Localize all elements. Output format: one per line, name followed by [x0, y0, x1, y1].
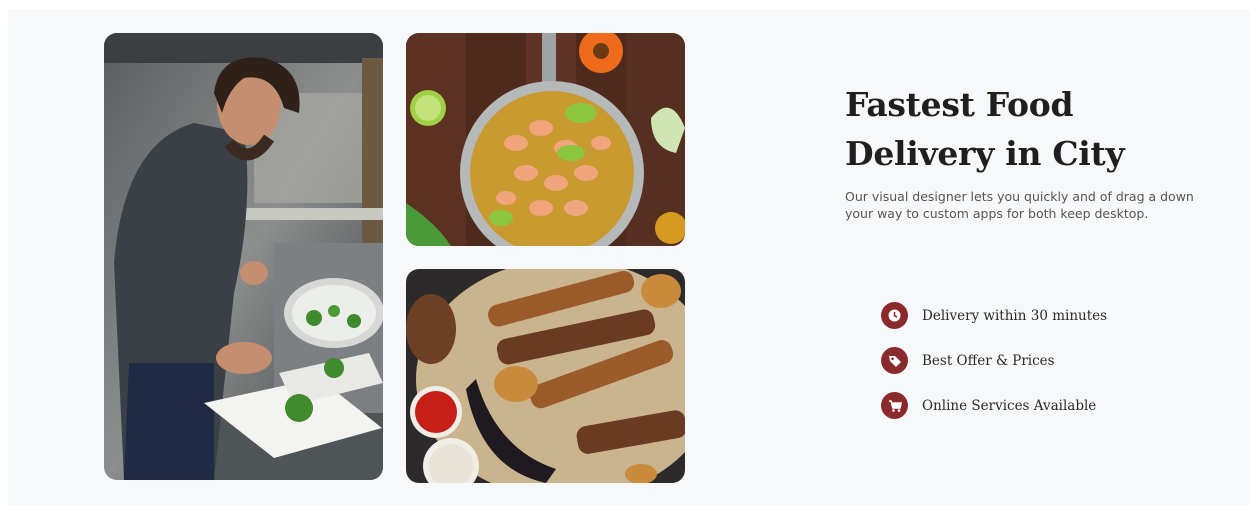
feature-delivery-time: Delivery within 30 minutes [881, 302, 1107, 329]
section-description: Our visual designer lets you quickly and… [845, 189, 1194, 221]
clock-icon [881, 302, 908, 329]
cart-icon [881, 392, 908, 419]
tag-icon [881, 347, 908, 374]
feature-label: Delivery within 30 minutes [922, 307, 1108, 324]
feature-label: Online Services Available [922, 397, 1097, 414]
title-line-2: Delivery in City [845, 134, 1125, 173]
chef-cooking-image [104, 33, 383, 480]
section-title: Fastest Food Delivery in City [845, 80, 1225, 178]
title-line-1: Fastest Food [845, 85, 1074, 124]
feature-label: Best Offer & Prices [922, 352, 1055, 369]
grilled-kebab-image [406, 269, 685, 483]
food-delivery-section: Fastest Food Delivery in City Our visual… [8, 10, 1250, 505]
feature-best-offer: Best Offer & Prices [881, 347, 1055, 374]
shrimp-curry-image [406, 33, 685, 246]
feature-online-services: Online Services Available [881, 392, 1096, 419]
